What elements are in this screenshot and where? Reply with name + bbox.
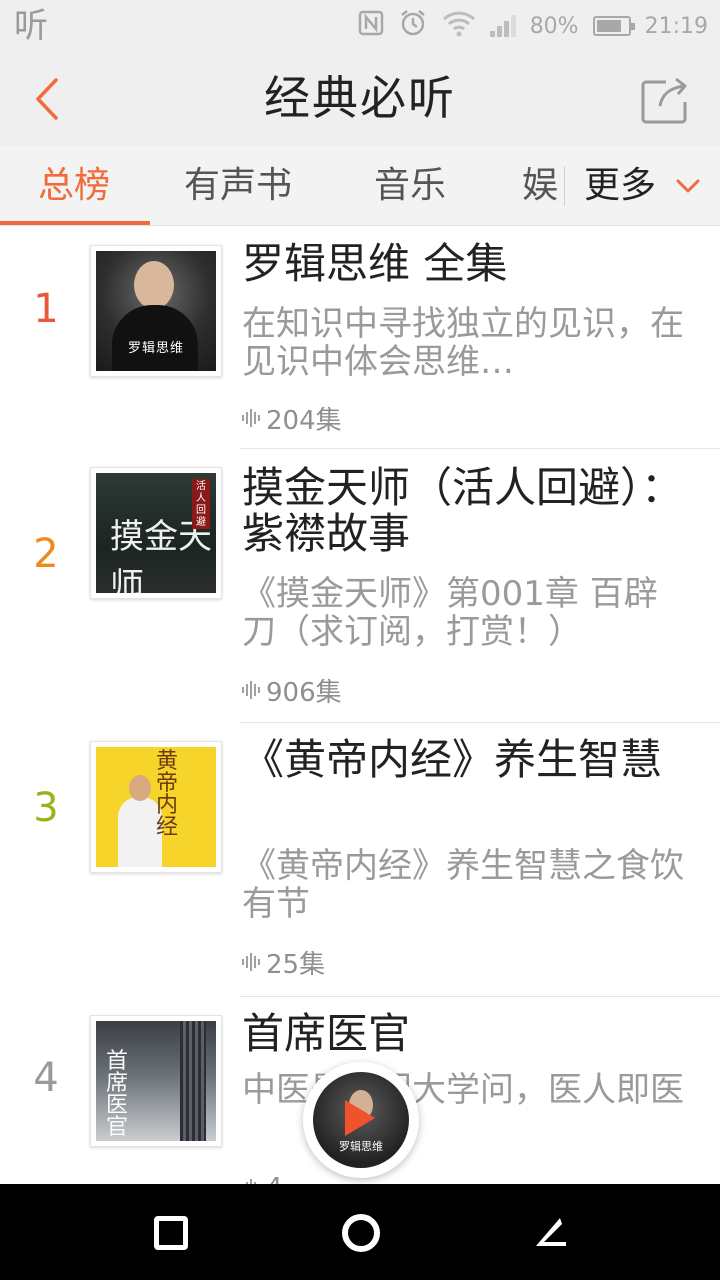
item-title: 首席医官 <box>242 1009 411 1058</box>
sound-wave-icon <box>242 409 260 427</box>
rank-number: 2 <box>33 531 59 577</box>
item-description: 《摸金天师》第001章 百辟刀（求订阅，打赏！） <box>242 574 658 652</box>
cover-seal-text: 活人回避 <box>192 479 210 529</box>
item-title: 罗辑思维 全集 <box>242 239 508 288</box>
tab-audiobooks[interactable]: 有声书 <box>184 146 292 225</box>
mini-player-button[interactable]: 罗辑思维 <box>303 1062 419 1178</box>
back-icon[interactable] <box>530 1212 570 1252</box>
clock: 21:19 <box>644 13 708 39</box>
sound-wave-icon <box>242 681 260 699</box>
more-label: 更多 <box>584 165 657 206</box>
album-cover[interactable]: 黄帝内经 <box>90 741 222 873</box>
rank-number: 1 <box>33 286 59 332</box>
alarm-icon <box>398 8 428 45</box>
battery-icon <box>592 16 635 36</box>
status-bar: 听 80% 21:19 <box>0 0 720 52</box>
album-cover[interactable]: 首席医官 <box>90 1015 222 1147</box>
album-cover[interactable]: 摸金天师 活人回避 <box>90 467 222 599</box>
episode-count-text: 25集 <box>266 949 326 980</box>
item-description: 《黄帝内经》养生智慧之食饮有节 <box>242 846 684 924</box>
now-playing-label: 罗辑思维 <box>339 1140 383 1153</box>
title-bar: 经典必听 <box>0 52 720 146</box>
share-button[interactable] <box>638 74 692 128</box>
app-icon: 听 <box>14 6 48 46</box>
cover-logo-text: 罗辑思维 <box>127 341 184 356</box>
cover-art: 摸金天师 活人回避 <box>96 473 216 593</box>
episode-count: 25集 <box>242 947 325 980</box>
rank-number: 3 <box>33 785 59 831</box>
item-title: 摸金天师（活人回避）：紫襟故事 <box>242 463 684 558</box>
episode-count: 906集 <box>242 675 342 708</box>
album-cover[interactable]: 罗辑思维 <box>90 245 222 377</box>
divider <box>564 166 565 206</box>
sound-wave-icon <box>242 953 260 971</box>
recent-apps-icon[interactable] <box>150 1212 190 1252</box>
cover-art: 黄帝内经 <box>96 747 216 867</box>
episode-count-text: 204集 <box>266 405 342 436</box>
signal-icon <box>489 15 516 37</box>
cover-art: 罗辑思维 <box>96 251 216 371</box>
list-item[interactable]: 2 摸金天师 活人回避 摸金天师（活人回避）：紫襟故事 《摸金天师》第001章 … <box>0 449 720 723</box>
episode-count-text: 906集 <box>266 677 342 708</box>
cover-title-text: 黄帝内经 <box>155 749 178 840</box>
nfc-icon <box>358 10 384 43</box>
cover-art: 首席医官 <box>96 1021 216 1141</box>
battery-percent: 80% <box>529 13 579 39</box>
tab-overall[interactable]: 总榜 <box>38 146 110 225</box>
play-icon <box>345 1100 375 1136</box>
home-icon[interactable] <box>340 1212 380 1252</box>
item-title: 《黄帝内经》养生智慧 <box>242 735 663 784</box>
page-title: 经典必听 <box>264 71 456 125</box>
item-description: 在知识中寻找独立的见识，在见识中体会思维… <box>242 304 684 382</box>
more-tabs-button[interactable]: 更多 <box>564 146 720 225</box>
episode-count: 204集 <box>242 403 342 436</box>
category-tabs: 总榜 有声书 音乐 娱 更多 <box>0 146 720 226</box>
active-tab-indicator <box>0 221 150 225</box>
rank-number: 4 <box>33 1055 59 1101</box>
cover-title-text: 首席医官 <box>106 1049 129 1140</box>
tab-music[interactable]: 音乐 <box>374 146 446 225</box>
chevron-down-icon <box>676 179 700 193</box>
status-icons: 80% 21:19 <box>358 8 708 44</box>
system-nav-bar <box>0 1184 720 1280</box>
wifi-icon <box>442 9 476 44</box>
tab-entertainment[interactable]: 娱 <box>522 146 558 225</box>
share-icon <box>641 77 687 124</box>
list-item[interactable]: 3 黄帝内经 《黄帝内经》养生智慧 《黄帝内经》养生智慧之食饮有节 25集 <box>0 723 720 997</box>
list-item[interactable]: 1 罗辑思维 罗辑思维 全集 在知识中寻找独立的见识，在见识中体会思维… 204… <box>0 227 720 449</box>
